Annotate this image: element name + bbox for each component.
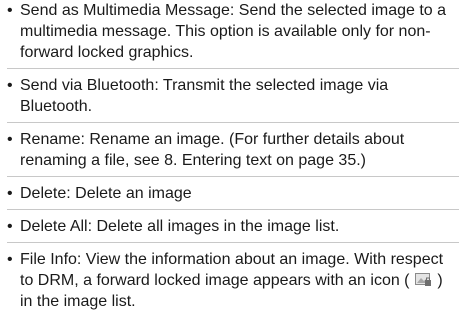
- bullet: •: [7, 2, 13, 19]
- item-text: Delete All: Delete all images in the ima…: [20, 218, 340, 235]
- bullet: •: [7, 131, 13, 148]
- bullet: •: [7, 77, 13, 94]
- list-item: • Delete: Delete an image: [0, 183, 466, 204]
- item-text: Send via Bluetooth: Transmit the selecte…: [20, 77, 389, 115]
- locked-image-icon: [414, 272, 432, 286]
- item-text: Delete: Delete an image: [20, 185, 192, 202]
- list-item: • Send via Bluetooth: Transmit the selec…: [0, 75, 466, 117]
- list-item: • Delete All: Delete all images in the i…: [0, 216, 466, 237]
- option-list: • Send as Multimedia Message: Send the s…: [0, 0, 466, 312]
- item-text-before-icon: File Info: View the information about an…: [20, 251, 444, 289]
- bullet: •: [7, 185, 13, 202]
- bullet: •: [7, 251, 13, 268]
- list-item: • Rename: Rename an image. (For further …: [0, 129, 466, 171]
- list-item: • File Info: View the information about …: [0, 249, 466, 312]
- item-text: Rename: Rename an image. (For further de…: [20, 131, 405, 169]
- item-text: Send as Multimedia Message: Send the sel…: [20, 2, 447, 61]
- bullet: •: [7, 218, 13, 235]
- list-item: • Send as Multimedia Message: Send the s…: [0, 0, 466, 63]
